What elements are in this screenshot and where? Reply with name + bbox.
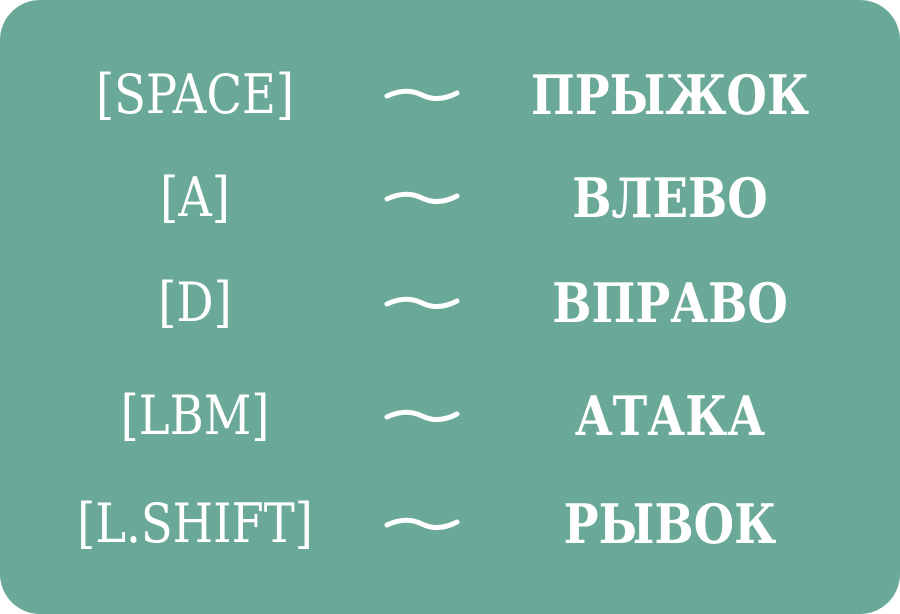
wavy-dash-icon xyxy=(382,376,462,456)
key-label-d: [D] xyxy=(158,271,232,334)
key-label-a: [A] xyxy=(160,166,230,229)
control-row-dash: [L.SHIFT] РЫВОК xyxy=(0,484,900,564)
action-label-right: ВПРАВО xyxy=(552,271,788,335)
wavy-dash-icon xyxy=(382,263,462,343)
controls-panel: [SPACE] ПРЫЖОК [A] ВЛЕВО [D] ВПРАВО [LBM… xyxy=(0,0,900,614)
control-row-attack: [LBM] АТАКА xyxy=(0,376,900,456)
wavy-dash-icon xyxy=(382,484,462,564)
action-label-jump: ПРЫЖОК xyxy=(530,63,810,127)
wavy-dash-icon xyxy=(382,55,462,135)
action-label-attack: АТАКА xyxy=(574,384,766,448)
key-label-lshift: [L.SHIFT] xyxy=(77,492,313,555)
key-label-space: [SPACE] xyxy=(95,63,295,126)
key-label-lbm: [LBM] xyxy=(120,384,270,447)
action-label-left: ВЛЕВО xyxy=(572,166,768,230)
control-row-jump: [SPACE] ПРЫЖОК xyxy=(0,55,900,135)
control-row-left: [A] ВЛЕВО xyxy=(0,158,900,238)
control-row-right: [D] ВПРАВО xyxy=(0,263,900,343)
action-label-dash: РЫВОК xyxy=(563,492,777,556)
wavy-dash-icon xyxy=(382,158,462,238)
